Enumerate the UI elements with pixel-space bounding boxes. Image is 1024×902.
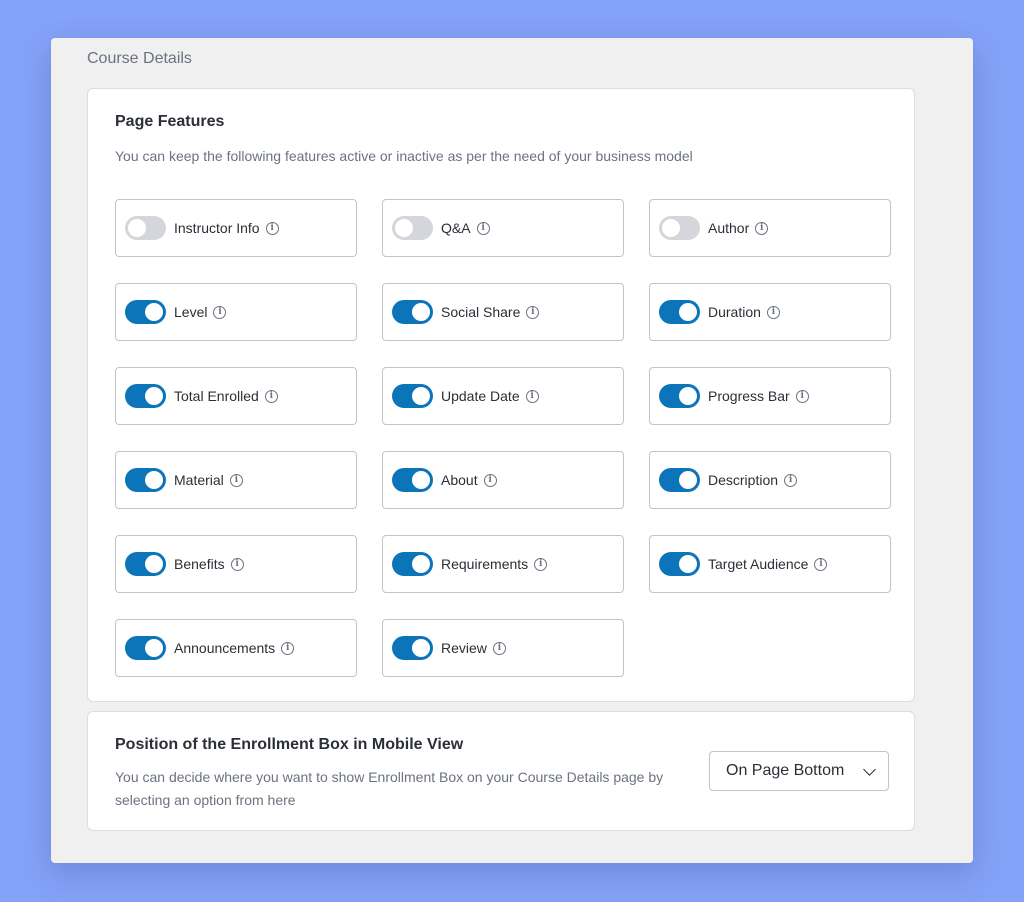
enrollment-box-description: You can decide where you want to show En… [115,769,664,808]
page-features-title: Page Features [115,113,225,130]
toggle-description[interactable] [659,468,700,492]
feature-target-audience: Target Audience i [649,535,891,593]
feature-description: Description i [649,451,891,509]
toggle-knob [128,219,146,237]
feature-label: Author [708,220,750,236]
toggle-knob [145,471,163,489]
toggle-knob [145,387,163,405]
feature-total-enrolled: Total Enrolled i [115,367,357,425]
feature-update-date: Update Date i [382,367,624,425]
toggle-update-date[interactable] [392,384,433,408]
feature-author: Author i [649,199,891,257]
feature-label: Description [708,472,779,488]
toggle-author[interactable] [659,216,700,240]
toggle-knob [145,639,163,657]
feature-level: Level i [115,283,357,341]
feature-label: Total Enrolled [174,388,259,404]
feature-progress-bar: Progress Bar i [649,367,891,425]
toggle-target-audience[interactable] [659,552,700,576]
feature-requirements: Requirements i [382,535,624,593]
toggle-knob [679,387,697,405]
info-icon[interactable]: i [492,641,506,655]
feature-label: Instructor Info [174,220,260,236]
toggle-knob [662,219,680,237]
toggle-duration[interactable] [659,300,700,324]
toggle-knob [412,303,430,321]
info-icon[interactable]: i [814,557,828,571]
feature-label: Announcements [174,640,276,656]
toggle-knob [679,303,697,321]
toggle-knob [412,555,430,573]
toggle-progress-bar[interactable] [659,384,700,408]
feature-q-a: Q&A i [382,199,624,257]
feature-label: Benefits [174,556,225,572]
chevron-down-icon [863,763,876,776]
enrollment-box-title: Position of the Enrollment Box in Mobile… [115,736,464,753]
toggle-announcements[interactable] [125,636,166,660]
feature-label: Social Share [441,304,521,320]
toggle-knob [679,555,697,573]
info-icon[interactable]: i [483,473,497,487]
feature-label: Level [174,304,208,320]
info-icon[interactable]: i [755,221,769,235]
info-icon[interactable]: i [213,305,227,319]
toggle-instructor-info[interactable] [125,216,166,240]
info-icon[interactable]: i [784,473,798,487]
enrollment-position-select[interactable]: On Page Bottom [709,751,889,791]
toggle-knob [395,219,413,237]
toggle-knob [412,639,430,657]
feature-instructor-info: Instructor Info i [115,199,357,257]
info-icon[interactable]: i [230,557,244,571]
feature-label: About [441,472,478,488]
toggle-total-enrolled[interactable] [125,384,166,408]
toggle-review[interactable] [392,636,433,660]
info-icon[interactable]: i [534,557,548,571]
toggle-knob [145,555,163,573]
feature-announcements: Announcements i [115,619,357,677]
page-features-description: You can keep the following features acti… [115,148,693,164]
section-title: Course Details [87,50,192,67]
feature-label: Update Date [441,388,520,404]
toggle-knob [412,387,430,405]
toggle-social-share[interactable] [392,300,433,324]
feature-label: Duration [708,304,761,320]
toggle-requirements[interactable] [392,552,433,576]
toggle-knob [679,471,697,489]
feature-label: Target Audience [708,556,809,572]
toggle-about[interactable] [392,468,433,492]
feature-label: Review [441,640,487,656]
feature-label: Requirements [441,556,529,572]
info-icon[interactable]: i [525,389,539,403]
toggle-knob [412,471,430,489]
toggle-material[interactable] [125,468,166,492]
info-icon[interactable]: i [265,221,279,235]
feature-about: About i [382,451,624,509]
feature-social-share: Social Share i [382,283,624,341]
feature-material: Material i [115,451,357,509]
info-icon[interactable]: i [476,221,490,235]
feature-grid: Instructor Info i Q&A i Author i Level i Social … [115,199,891,677]
feature-label: Q&A [441,220,471,236]
toggle-level[interactable] [125,300,166,324]
info-icon[interactable]: i [229,473,243,487]
info-icon[interactable]: i [281,641,295,655]
toggle-knob [145,303,163,321]
info-icon[interactable]: i [795,389,809,403]
info-icon[interactable]: i [526,305,540,319]
feature-label: Progress Bar [708,388,790,404]
feature-label: Material [174,472,224,488]
feature-review: Review i [382,619,624,677]
info-icon[interactable]: i [766,305,780,319]
enrollment-box-card: Position of the Enrollment Box in Mobile… [87,711,915,831]
enrollment-position-value: On Page Bottom [726,762,845,779]
toggle-q-a[interactable] [392,216,433,240]
toggle-benefits[interactable] [125,552,166,576]
info-icon[interactable]: i [264,389,278,403]
feature-duration: Duration i [649,283,891,341]
feature-benefits: Benefits i [115,535,357,593]
course-details-panel: Course Details Page Features You can kee… [51,38,973,863]
page-features-card: Page Features You can keep the following… [87,88,915,702]
